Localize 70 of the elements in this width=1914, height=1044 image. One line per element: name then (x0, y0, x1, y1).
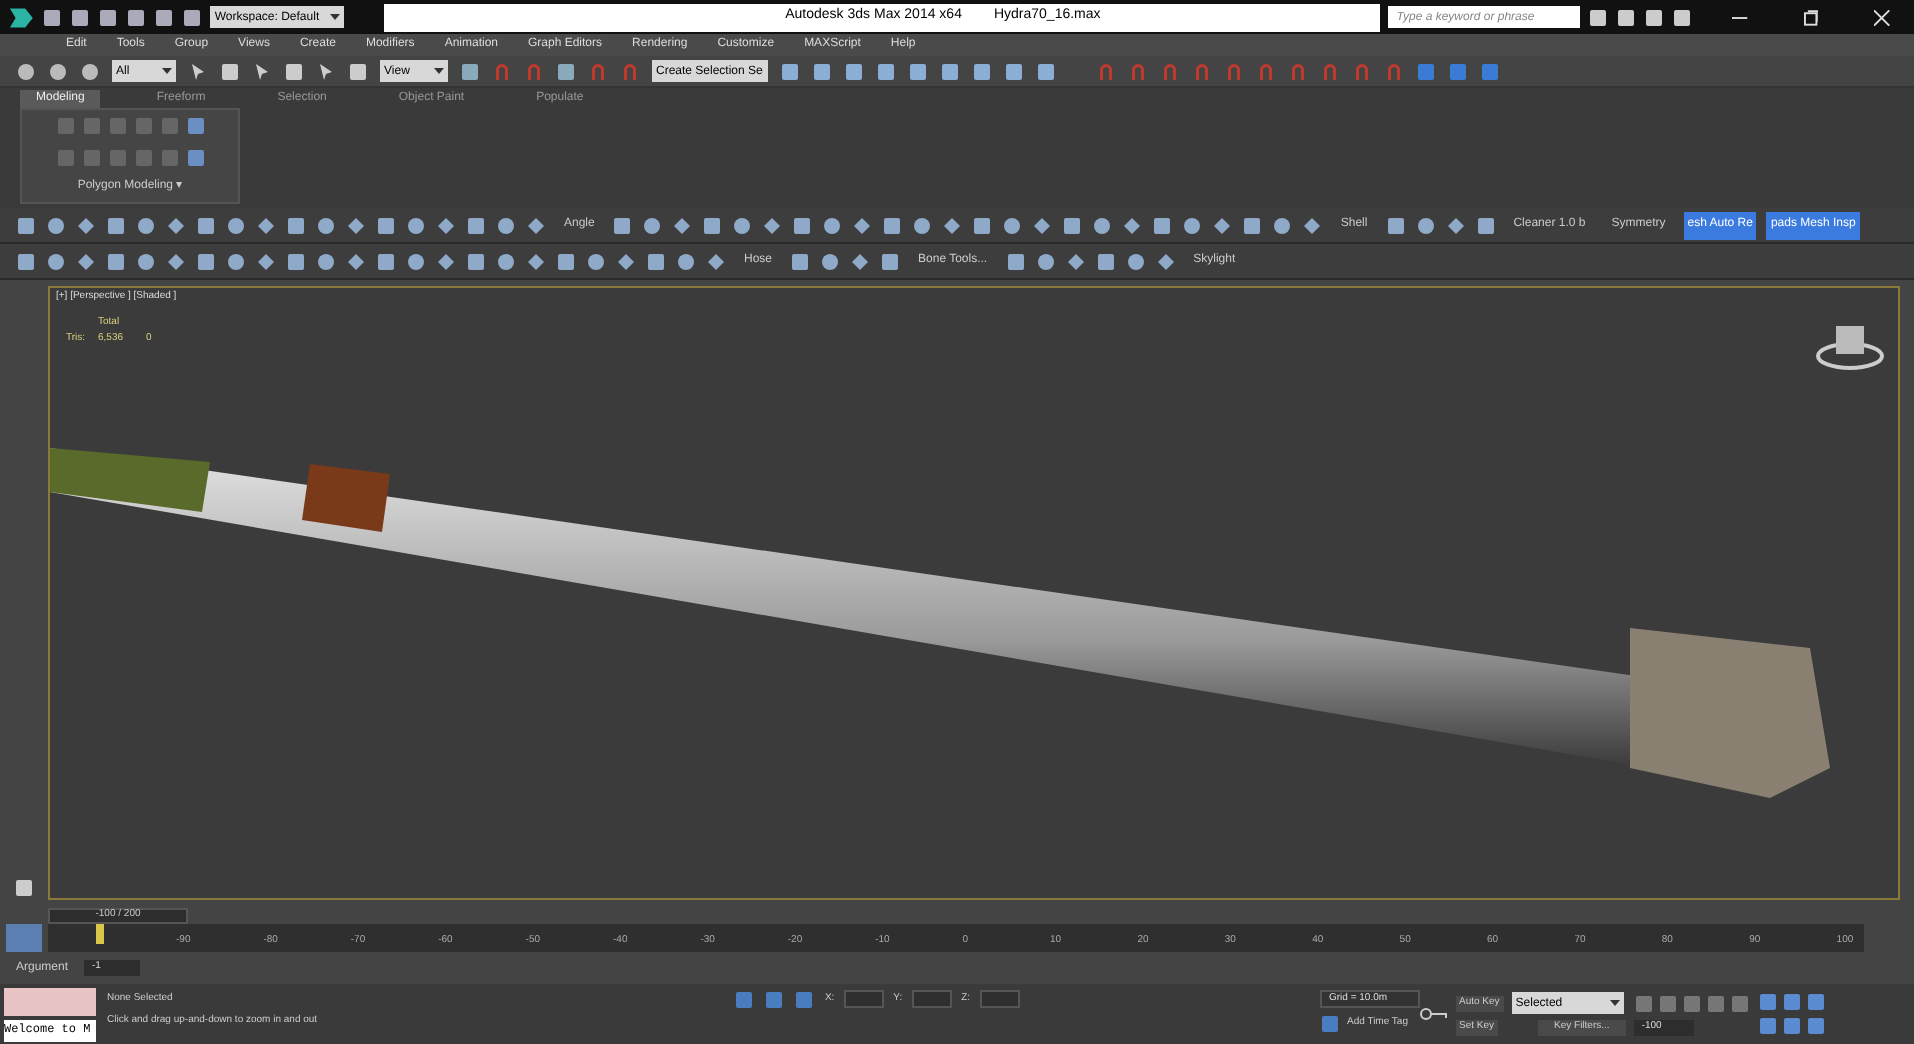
tool-icon[interactable] (912, 215, 933, 235)
tool-icon[interactable] (1095, 251, 1116, 271)
tool-icon[interactable] (1445, 215, 1466, 235)
navigation-icon[interactable] (1757, 1016, 1778, 1036)
tool-icon[interactable] (702, 215, 723, 235)
info-center-icon[interactable] (1644, 7, 1665, 27)
tool-icon[interactable] (822, 215, 843, 235)
tool-icon[interactable] (850, 251, 871, 271)
info-center-icon[interactable] (1588, 7, 1609, 27)
viewcube-icon[interactable] (1814, 320, 1886, 372)
tool-icon[interactable] (1302, 215, 1323, 235)
tool-icon[interactable] (880, 251, 901, 271)
tool-icon[interactable] (1212, 215, 1233, 235)
tool-icon[interactable] (792, 215, 813, 235)
info-center-icon[interactable] (1616, 7, 1637, 27)
tool-icon[interactable] (642, 215, 663, 235)
quick-access-icon[interactable] (126, 7, 147, 27)
coordinate-field[interactable] (912, 990, 952, 1008)
playback-icon[interactable] (1729, 993, 1750, 1013)
tool-icon[interactable] (1005, 251, 1026, 271)
tool-icon[interactable] (942, 215, 963, 235)
playback-icon[interactable] (1657, 993, 1678, 1013)
tool-icon[interactable] (1065, 251, 1086, 271)
tool-icon[interactable] (762, 215, 783, 235)
restore-icon[interactable] (1803, 9, 1819, 25)
tool-icon[interactable] (1155, 251, 1176, 271)
quick-access-icon[interactable] (70, 7, 91, 27)
tool-icon[interactable] (1032, 215, 1053, 235)
quick-access-icon[interactable] (182, 7, 203, 27)
tool-icon[interactable] (1182, 215, 1203, 235)
tool-icon[interactable] (1002, 215, 1023, 235)
tool-icon[interactable] (1272, 215, 1293, 235)
tool-icon[interactable] (1092, 215, 1113, 235)
tool-icon[interactable] (1385, 215, 1406, 235)
tool-icon[interactable] (790, 251, 811, 271)
tool-icon[interactable] (1152, 215, 1173, 235)
tool-icon[interactable] (1122, 215, 1143, 235)
app-logo-icon[interactable] (8, 3, 35, 31)
tool-icon[interactable] (882, 215, 903, 235)
info-center-icon[interactable] (1672, 7, 1693, 27)
tool-icon[interactable] (1035, 251, 1056, 271)
color-swatch[interactable] (6, 924, 42, 952)
quick-access-icon[interactable] (42, 7, 63, 27)
coordinate-field[interactable] (980, 990, 1020, 1008)
tool-icon[interactable] (732, 215, 753, 235)
playback-icon[interactable] (1633, 993, 1654, 1013)
tool-icon[interactable] (852, 215, 873, 235)
time-marker-icon[interactable] (96, 924, 104, 944)
tool-icon[interactable] (1475, 215, 1496, 235)
navigation-icon[interactable] (1781, 992, 1802, 1012)
tool-icon[interactable] (672, 215, 693, 235)
navigation-icon[interactable] (1781, 1016, 1802, 1036)
tool-icon[interactable] (1125, 251, 1146, 271)
tool-icon[interactable] (972, 215, 993, 235)
navigation-icon[interactable] (1805, 1016, 1826, 1036)
tool-icon[interactable] (1415, 215, 1436, 235)
tool-icon[interactable] (820, 251, 841, 271)
close-icon[interactable] (1874, 9, 1891, 25)
tool-icon[interactable] (612, 215, 633, 235)
navigation-icon[interactable] (1757, 992, 1778, 1012)
quick-access-icon[interactable] (98, 7, 119, 27)
quick-access-icon[interactable] (154, 7, 175, 27)
tool-icon[interactable] (1242, 215, 1263, 235)
coordinate-field[interactable] (844, 990, 884, 1008)
tool-icon[interactable] (1062, 215, 1083, 235)
navigation-icon[interactable] (1805, 992, 1826, 1012)
key-icon[interactable] (1419, 1006, 1447, 1022)
playback-icon[interactable] (1705, 993, 1726, 1013)
playback-icon[interactable] (1681, 993, 1702, 1013)
time-tag-icon[interactable] (1319, 1014, 1339, 1034)
